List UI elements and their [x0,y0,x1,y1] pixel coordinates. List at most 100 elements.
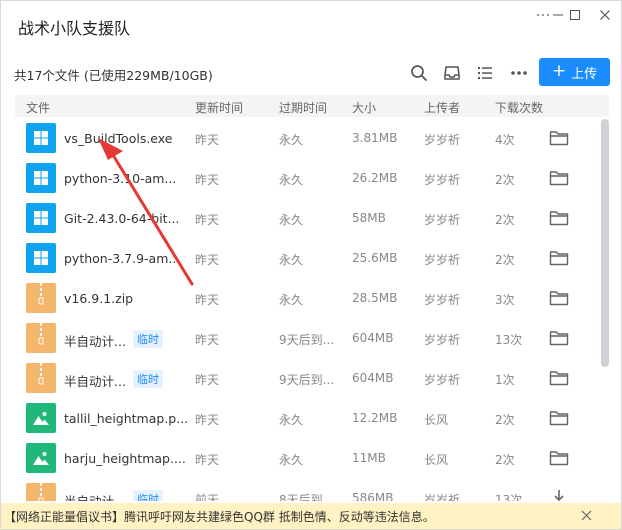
row-updated: 昨天 [195,253,220,267]
file-name[interactable]: 半自动计... [64,491,126,501]
row-size: 3.81MB [352,131,398,145]
column-size[interactable]: 大小 [352,99,376,116]
file-name[interactable]: python-3.7.9-am... [64,251,180,266]
maximize-icon[interactable] [562,5,588,25]
file-manager-window: 战术小队支援队 共17个文件 (已使用229MB/10GB) + 上传 文件 更… [0,0,622,530]
column-downloads[interactable]: 下载次数 [495,99,543,116]
table-header: 文件 更新时间 过期时间 大小 上传者 下载次数 [15,95,609,117]
more-icon[interactable] [508,62,530,84]
file-row[interactable]: v16.9.1.zip 昨天 永久 28.5MB 岁岁祈 3次 [15,279,599,319]
open-folder-icon[interactable] [549,449,569,467]
file-row[interactable]: 半自动计... 临时 前天 8天后到... 586MB 岁岁祈 13次 [15,479,599,501]
file-row[interactable]: vs_BuildTools.exe 昨天 永久 3.81MB 岁岁祈 4次 [15,119,599,159]
row-uploader: 岁岁祈 [424,173,461,187]
upload-label: 上传 [571,66,598,82]
zip-file-icon [26,323,56,353]
row-updated: 昨天 [195,213,220,227]
open-folder-icon[interactable] [549,289,569,307]
zip-file-icon [26,483,56,501]
row-updated: 昨天 [195,133,220,147]
file-row[interactable]: harju_heightmap.... 昨天 永久 11MB 长风 2次 [15,439,599,479]
row-uploader: 长风 [424,413,449,427]
row-size: 11MB [352,451,386,465]
file-row[interactable]: tallil_heightmap.p... 昨天 永久 12.2MB 长风 2次 [15,399,599,439]
row-updated: 前天 [195,493,220,501]
file-name[interactable]: tallil_heightmap.p... [64,411,188,426]
file-row[interactable]: 半自动计... 临时 昨天 9天后到... 604MB 岁岁祈 13次 [15,319,599,359]
row-expiry: 9天后到... [279,333,335,347]
inbox-icon[interactable] [441,62,463,84]
list-view-icon[interactable] [474,62,496,84]
search-icon[interactable] [408,62,430,84]
file-row[interactable]: Git-2.43.0-64-bit... 昨天 永久 58MB 岁岁祈 2次 [15,199,599,239]
row-expiry: 永久 [279,213,304,227]
column-uploader[interactable]: 上传者 [424,99,460,116]
row-expiry: 8天后到... [279,493,335,501]
row-size: 28.5MB [352,291,398,305]
file-name[interactable]: Git-2.43.0-64-bit... [64,211,180,226]
column-updated[interactable]: 更新时间 [195,99,243,116]
row-expiry: 永久 [279,133,304,147]
row-size: 586MB [352,491,394,501]
row-updated: 昨天 [195,413,220,427]
row-size: 58MB [352,211,386,225]
row-size: 604MB [352,371,394,385]
file-name[interactable]: 半自动计... [64,371,126,390]
row-updated: 昨天 [195,453,220,467]
row-uploader: 岁岁祈 [424,373,461,387]
windows-exe-icon [26,203,56,233]
open-folder-icon[interactable] [549,369,569,387]
file-row[interactable]: python-3.10-am... 昨天 永久 26.2MB 岁岁祈 2次 [15,159,599,199]
row-downloads: 2次 [495,453,515,467]
file-name[interactable]: python-3.10-am... [64,171,176,186]
file-row[interactable]: python-3.7.9-am... 昨天 永久 25.6MB 岁岁祈 2次 [15,239,599,279]
row-downloads: 13次 [495,493,523,501]
row-expiry: 永久 [279,173,304,187]
temp-badge: 临时 [133,370,163,388]
file-name[interactable]: v16.9.1.zip [64,291,133,306]
temp-badge: 临时 [133,330,163,348]
column-expiry[interactable]: 过期时间 [279,99,327,116]
open-folder-icon[interactable] [549,209,569,227]
row-uploader: 岁岁祈 [424,213,461,227]
open-folder-icon[interactable] [549,129,569,147]
file-list: vs_BuildTools.exe 昨天 永久 3.81MB 岁岁祈 4次 python-3… [15,119,599,501]
column-file[interactable]: 文件 [26,99,50,116]
row-uploader: 岁岁祈 [424,253,461,267]
row-uploader: 岁岁祈 [424,293,461,307]
banner-close-icon[interactable] [578,507,594,523]
open-folder-icon[interactable] [549,169,569,187]
row-uploader: 长风 [424,453,449,467]
notice-text[interactable]: 【网络正能量倡议书】腾讯呼吁网友共建绿色QQ群 抵制色情、反动等违法信息。 [4,508,435,525]
row-downloads: 4次 [495,133,515,147]
row-expiry: 永久 [279,413,304,427]
row-uploader: 岁岁祈 [424,493,461,501]
row-updated: 昨天 [195,173,220,187]
row-size: 604MB [352,331,394,345]
windows-exe-icon [26,243,56,273]
file-name[interactable]: harju_heightmap.... [64,451,186,466]
scrollbar-thumb[interactable] [601,119,609,367]
file-row[interactable]: 半自动计... 临时 昨天 9天后到... 604MB 岁岁祈 1次 [15,359,599,399]
image-file-icon [26,443,56,473]
open-folder-icon[interactable] [549,249,569,267]
file-name[interactable]: vs_BuildTools.exe [64,131,172,146]
row-expiry: 永久 [279,453,304,467]
image-file-icon [26,403,56,433]
upload-button[interactable]: + 上传 [539,58,610,86]
row-downloads: 2次 [495,173,515,187]
window-title: 战术小队支援队 [18,19,131,38]
row-size: 12.2MB [352,411,398,425]
download-icon[interactable] [549,489,569,501]
row-downloads: 13次 [495,333,523,347]
row-updated: 昨天 [195,293,220,307]
row-downloads: 2次 [495,213,515,227]
open-folder-icon[interactable] [549,409,569,427]
file-name[interactable]: 半自动计... [64,331,126,350]
close-icon[interactable] [592,5,618,25]
temp-badge: 临时 [133,490,163,501]
zip-file-icon [26,363,56,393]
row-updated: 昨天 [195,333,220,347]
row-uploader: 岁岁祈 [424,333,461,347]
open-folder-icon[interactable] [549,329,569,347]
